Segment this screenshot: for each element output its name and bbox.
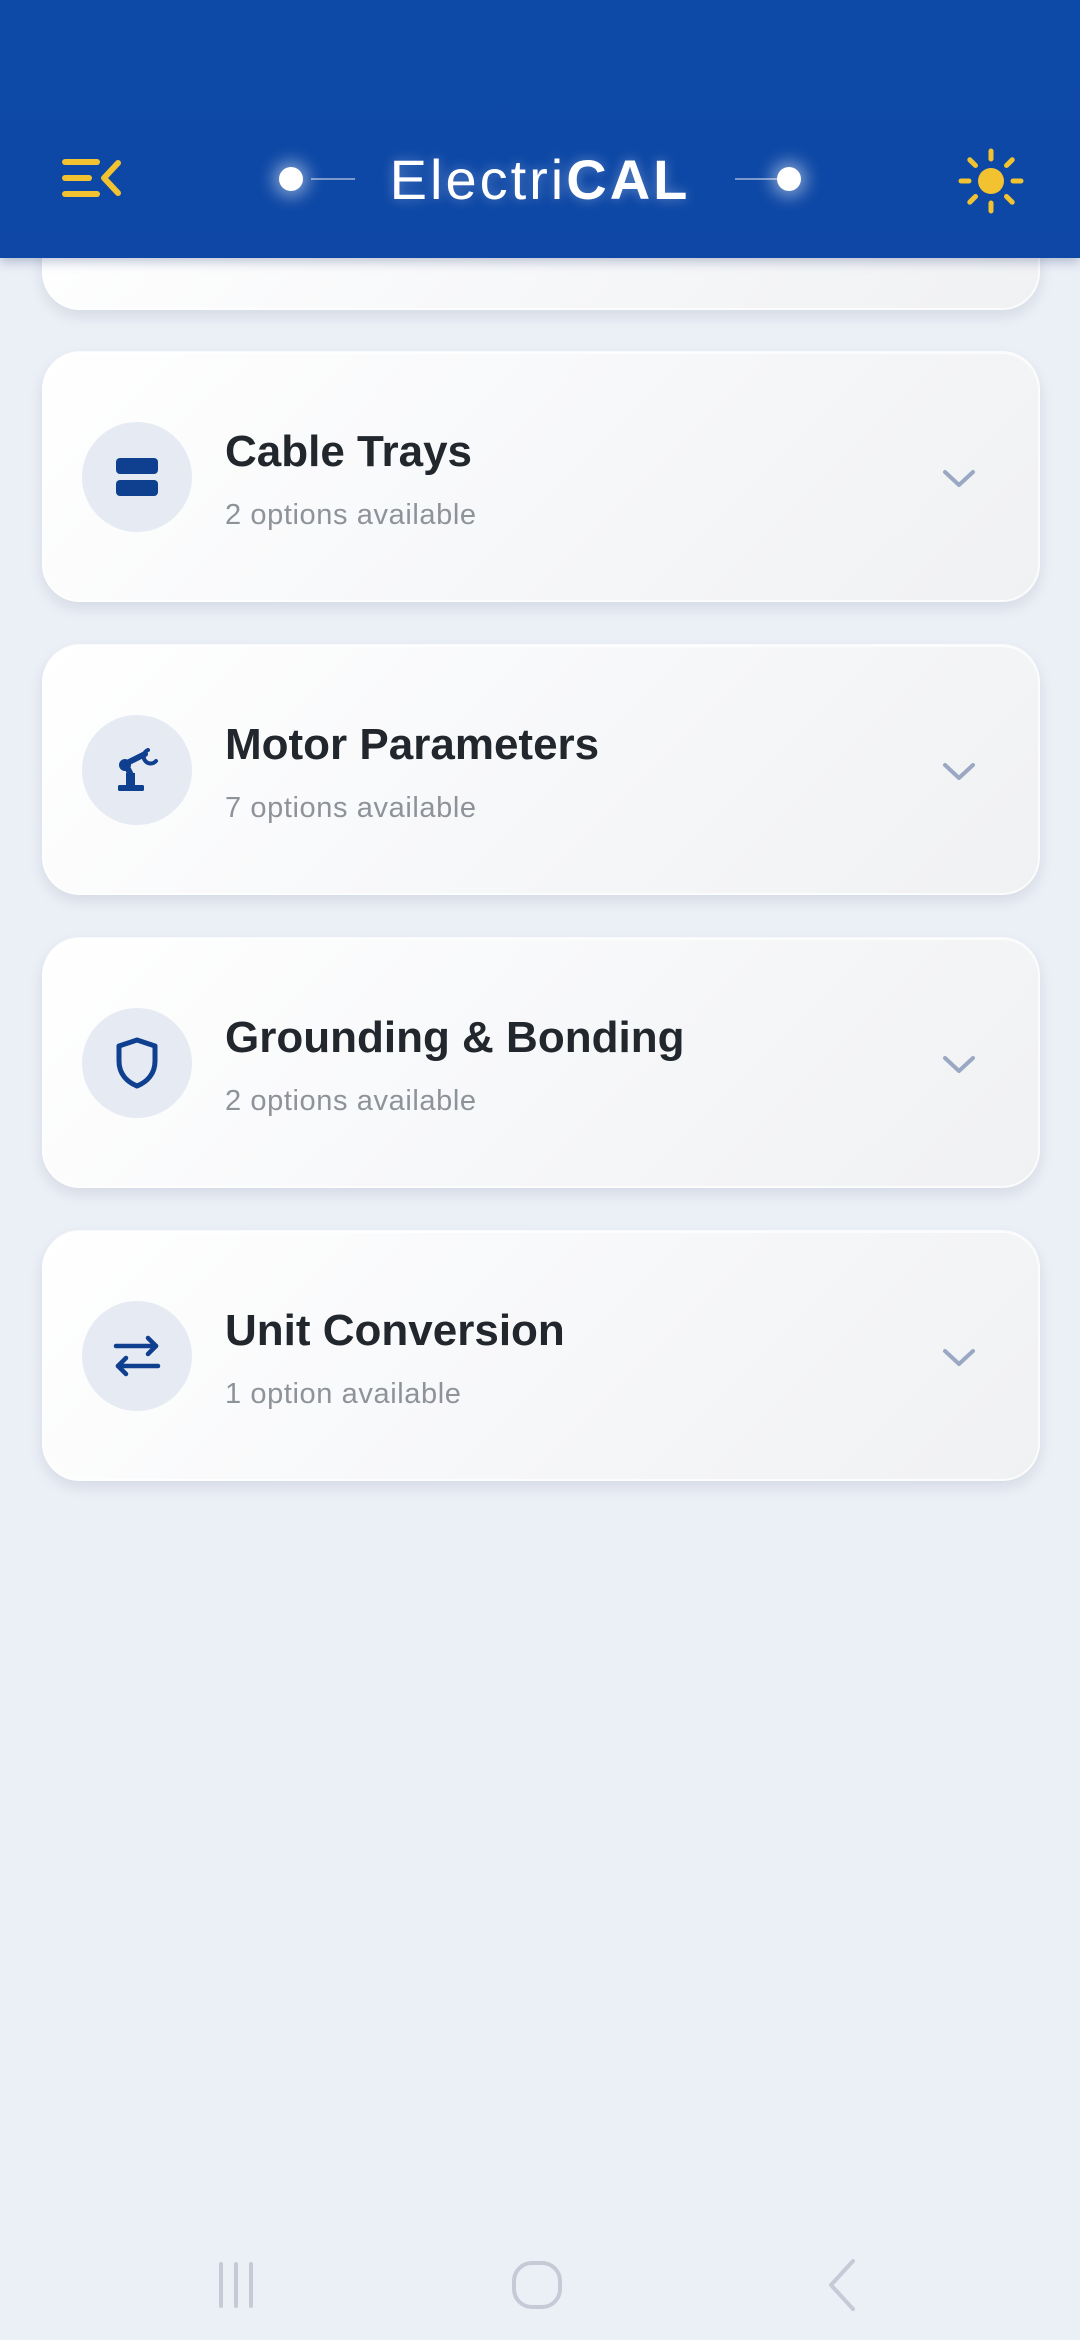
app-header: ElectriCAL [0,0,1080,258]
app-title-light: Electri [389,147,567,211]
icon-circle [82,1301,192,1411]
chevron-down-icon[interactable] [942,755,976,789]
home-button[interactable] [493,2240,583,2330]
icon-circle [82,422,192,532]
chevron-down-icon[interactable] [942,462,976,496]
category-card-cable-trays[interactable]: Cable Trays 2 options available [42,352,1040,602]
title-decoration-right [733,167,823,191]
card-title: Unit Conversion [225,1306,565,1355]
screen: ElectriCAL Cable Trays 2 options availab… [0,0,1080,2340]
app-title-bold: CAL [566,147,691,211]
sun-icon [958,148,1024,214]
category-card-motor-parameters[interactable]: Motor Parameters 7 options available [42,645,1040,895]
shield-icon [116,1037,158,1089]
back-button[interactable] [797,2240,887,2330]
cable-tray-icon [116,458,158,496]
card-subtitle: 7 options available [225,792,477,824]
home-icon [512,2261,562,2309]
robot-arm-icon [118,748,158,791]
swap-arrows-icon [113,1335,161,1377]
menu-collapse-icon [62,159,121,197]
icon-circle [82,1008,192,1118]
system-nav-bar [0,2220,1080,2340]
chevron-down-icon[interactable] [942,1341,976,1375]
card-subtitle: 1 option available [225,1378,462,1410]
recents-icon [219,2262,253,2308]
app-title: ElectriCAL [270,140,810,218]
theme-toggle-button[interactable] [955,145,1027,217]
recents-button[interactable] [191,2240,281,2330]
card-title: Grounding & Bonding [225,1013,685,1062]
card-subtitle: 2 options available [225,499,477,531]
card-title: Motor Parameters [225,720,600,769]
back-icon [829,2259,855,2311]
card-subtitle: 2 options available [225,1085,477,1117]
chevron-down-icon[interactable] [942,1048,976,1082]
category-card-unit-conversion[interactable]: Unit Conversion 1 option available [42,1231,1040,1481]
card-title: Cable Trays [225,427,473,476]
icon-circle [82,715,192,825]
menu-button[interactable] [58,150,124,206]
category-card-grounding-bonding[interactable]: Grounding & Bonding 2 options available [42,938,1040,1188]
